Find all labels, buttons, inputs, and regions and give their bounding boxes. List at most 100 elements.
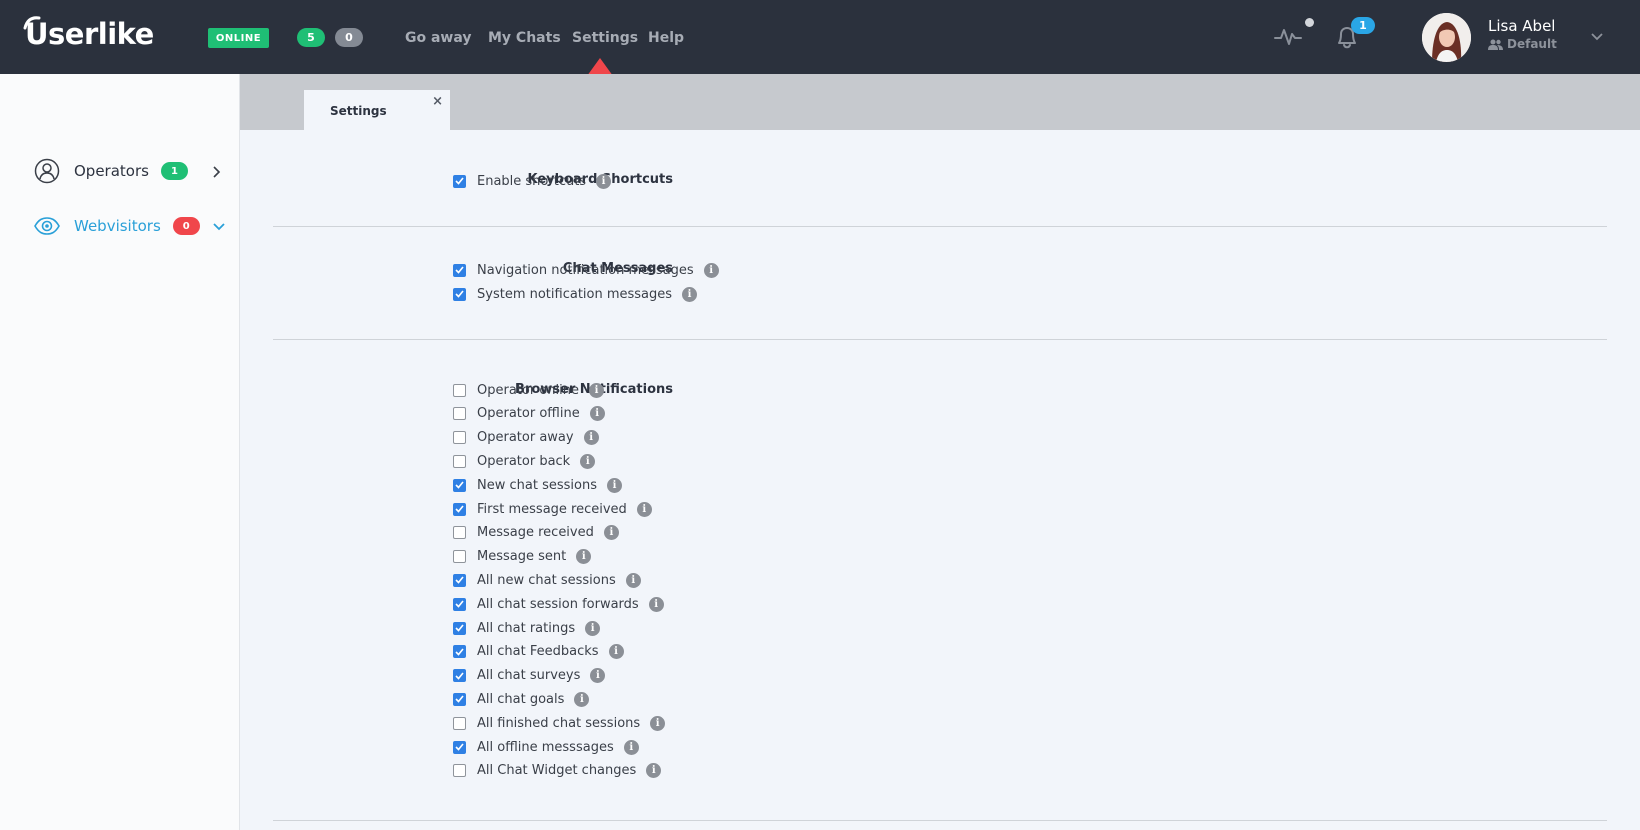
checkbox-unchecked[interactable] bbox=[453, 764, 466, 778]
info-icon[interactable]: i bbox=[625, 572, 641, 588]
setting-option-label: New chat sessions bbox=[477, 477, 597, 493]
info-icon[interactable]: i bbox=[576, 549, 592, 565]
nav-help[interactable]: Help bbox=[648, 28, 684, 48]
checkbox-checked[interactable] bbox=[453, 263, 466, 277]
setting-option[interactable]: Operator offline i bbox=[453, 404, 605, 424]
info-icon[interactable]: i bbox=[646, 763, 662, 779]
setting-option[interactable]: Operator away i bbox=[453, 428, 599, 448]
webvisitors-count-badge: 0 bbox=[172, 217, 200, 235]
info-icon[interactable]: i bbox=[606, 477, 622, 493]
waiting-chats-count[interactable]: 0 bbox=[335, 28, 363, 47]
setting-option[interactable]: All chat Feedbacks i bbox=[453, 642, 624, 662]
info-icon[interactable]: i bbox=[590, 668, 606, 684]
info-icon[interactable]: i bbox=[580, 453, 596, 469]
activity-pulse-icon[interactable] bbox=[1274, 24, 1302, 48]
info-icon[interactable]: i bbox=[589, 406, 605, 422]
tab-settings[interactable]: Settings × bbox=[304, 90, 450, 130]
active-chats-count[interactable]: 5 bbox=[297, 28, 325, 47]
sidebar-item-webvisitors[interactable]: Webvisitors 0 bbox=[34, 213, 200, 239]
setting-option[interactable]: Message sent i bbox=[453, 547, 592, 567]
setting-option[interactable]: Operator online i bbox=[453, 380, 604, 400]
checkbox-checked[interactable] bbox=[453, 621, 466, 635]
userlike-logo[interactable]: Userlike bbox=[23, 14, 154, 54]
setting-option[interactable]: All chat ratings i bbox=[453, 618, 601, 638]
eye-icon bbox=[34, 217, 60, 235]
avatar[interactable] bbox=[1422, 13, 1471, 62]
tab-bar bbox=[240, 74, 1640, 130]
user-name[interactable]: Lisa Abel bbox=[1488, 17, 1555, 35]
setting-option[interactable]: All new chat sessions i bbox=[453, 570, 641, 590]
checkbox-checked[interactable] bbox=[453, 669, 466, 683]
info-icon[interactable]: i bbox=[596, 173, 612, 189]
checkmark-icon bbox=[455, 266, 464, 274]
info-icon[interactable]: i bbox=[703, 262, 719, 278]
setting-option-label: Operator offline bbox=[477, 406, 580, 422]
setting-option-label: Message sent bbox=[477, 549, 567, 565]
checkbox-checked[interactable] bbox=[453, 287, 466, 301]
setting-option-label: All chat goals bbox=[477, 691, 565, 707]
setting-option[interactable]: First message received i bbox=[453, 499, 652, 519]
checkbox-unchecked[interactable] bbox=[453, 431, 466, 445]
info-icon[interactable]: i bbox=[585, 620, 601, 636]
setting-option-label: Operator back bbox=[477, 453, 571, 469]
setting-option[interactable]: All chat session forwards i bbox=[453, 594, 664, 614]
checkmark-icon bbox=[455, 481, 464, 489]
info-icon[interactable]: i bbox=[603, 525, 619, 541]
sidebar-item-operators[interactable]: Operators 1 bbox=[34, 158, 188, 184]
checkbox-checked[interactable] bbox=[453, 597, 466, 611]
info-icon[interactable]: i bbox=[608, 644, 624, 660]
checkmark-icon bbox=[455, 576, 464, 585]
checkmark-icon bbox=[455, 177, 464, 185]
setting-option[interactable]: All chat goals i bbox=[453, 689, 590, 709]
info-icon[interactable]: i bbox=[682, 286, 698, 302]
setting-option[interactable]: All offline messsages i bbox=[453, 737, 639, 757]
setting-option[interactable]: Operator back i bbox=[453, 451, 596, 471]
setting-option-label: All chat ratings bbox=[477, 620, 576, 636]
checkbox-unchecked[interactable] bbox=[453, 407, 466, 421]
checkmark-icon bbox=[455, 695, 464, 704]
checkbox-checked[interactable] bbox=[453, 740, 466, 754]
info-icon[interactable]: i bbox=[650, 715, 666, 731]
checkbox-checked[interactable] bbox=[453, 692, 466, 706]
setting-option[interactable]: Enable shortcuts i bbox=[453, 171, 612, 191]
user-role[interactable]: Default bbox=[1488, 37, 1557, 51]
settings-panel: Keyboard Shortcuts Enable shortcuts i Cha… bbox=[240, 130, 1640, 830]
setting-option-label: All finished chat sessions bbox=[477, 715, 641, 731]
info-icon[interactable]: i bbox=[648, 596, 664, 612]
setting-option[interactable]: All finished chat sessions i bbox=[453, 713, 666, 733]
checkbox-unchecked[interactable] bbox=[453, 526, 466, 540]
checkbox-unchecked[interactable] bbox=[453, 716, 466, 730]
chevron-right-icon[interactable] bbox=[212, 165, 222, 179]
chevron-down-icon[interactable] bbox=[212, 222, 226, 232]
nav-settings[interactable]: Settings bbox=[572, 28, 638, 48]
checkmark-icon bbox=[455, 672, 464, 680]
notification-count-badge[interactable]: 1 bbox=[1351, 17, 1375, 34]
close-icon[interactable]: × bbox=[432, 94, 443, 109]
online-status-badge[interactable]: ONLINE bbox=[208, 28, 269, 48]
checkbox-checked[interactable] bbox=[453, 645, 466, 659]
setting-option-label: Navigation notification messages bbox=[477, 262, 694, 278]
chevron-down-icon[interactable] bbox=[1590, 32, 1604, 42]
setting-option[interactable]: Message received i bbox=[453, 523, 619, 543]
setting-option[interactable]: System notification messages i bbox=[453, 284, 698, 304]
info-icon[interactable]: i bbox=[636, 501, 652, 517]
info-icon[interactable]: i bbox=[588, 382, 604, 398]
checkbox-checked[interactable] bbox=[453, 502, 466, 516]
checkbox-checked[interactable] bbox=[453, 478, 466, 492]
checkbox-unchecked[interactable] bbox=[453, 454, 466, 468]
checkbox-checked[interactable] bbox=[453, 573, 466, 587]
nav-go-away[interactable]: Go away bbox=[405, 28, 472, 48]
checkbox-checked[interactable] bbox=[453, 174, 466, 188]
checkbox-unchecked[interactable] bbox=[453, 550, 466, 564]
setting-option[interactable]: All Chat Widget changes i bbox=[453, 761, 662, 781]
checkbox-unchecked[interactable] bbox=[453, 383, 466, 397]
info-icon[interactable]: i bbox=[623, 739, 639, 755]
info-icon[interactable]: i bbox=[574, 691, 590, 707]
nav-my-chats[interactable]: My Chats bbox=[488, 28, 561, 48]
setting-option[interactable]: All chat surveys i bbox=[453, 666, 606, 686]
setting-option-label: Operator away bbox=[477, 430, 574, 446]
user-avatar-image bbox=[1422, 13, 1471, 62]
info-icon[interactable]: i bbox=[583, 430, 599, 446]
setting-option[interactable]: New chat sessions i bbox=[453, 475, 622, 495]
setting-option[interactable]: Navigation notification messages i bbox=[453, 260, 719, 280]
